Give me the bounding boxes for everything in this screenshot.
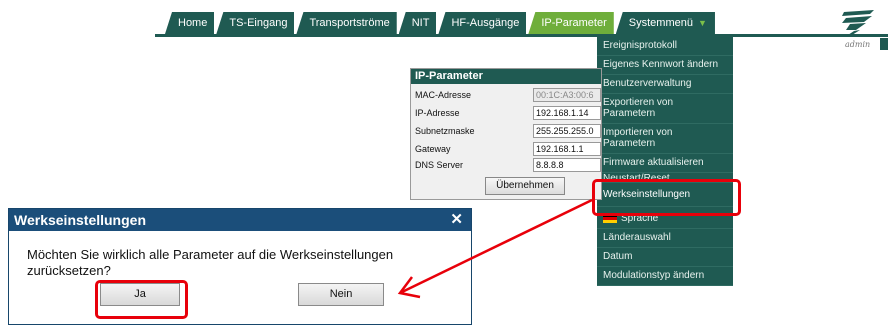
annotation-arrow [397, 198, 593, 299]
